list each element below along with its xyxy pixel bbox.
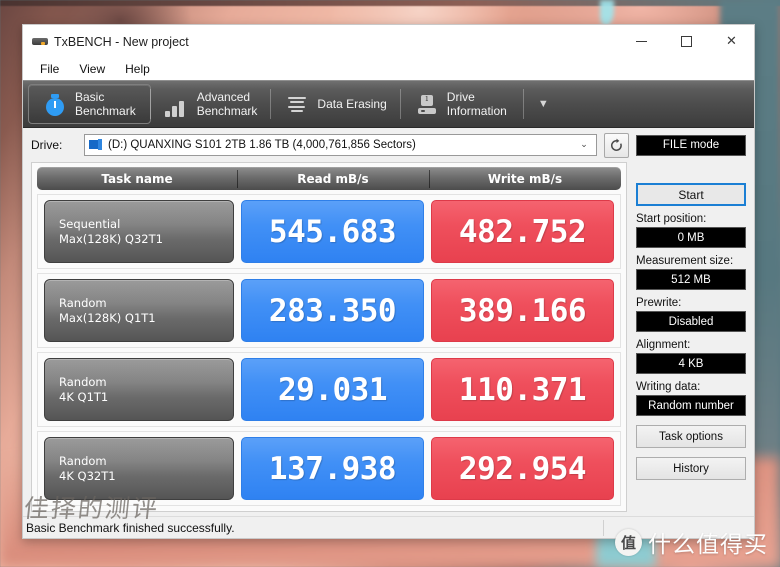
start-position-value[interactable]: 0 MB (636, 227, 746, 248)
maximize-icon (681, 36, 692, 47)
txbench-window: TxBENCH - New project ✕ File View Help B… (22, 24, 755, 539)
writing-data-label: Writing data: (636, 381, 701, 393)
eraser-icon (285, 91, 309, 117)
minimize-icon (636, 41, 647, 42)
column-header-write: Write mB/s (429, 169, 621, 188)
column-header-read: Read mB/s (237, 169, 429, 188)
table-row[interactable]: Random 4K Q32T1 137.938 292.954 (37, 431, 621, 506)
drive-selection-row: Drive: (D:) QUANXING S101 2TB 1.86 TB (4… (23, 128, 754, 162)
results-table-header: Task name Read mB/s Write mB/s (37, 167, 621, 190)
measurement-size-value[interactable]: 512 MB (636, 269, 746, 290)
task-name-line2: Max(128K) Q1T1 (59, 310, 156, 325)
app-drive-icon (32, 34, 48, 50)
read-speed-value: 283.350 (241, 279, 424, 342)
refresh-drives-button[interactable] (604, 132, 629, 158)
menu-item-file[interactable]: File (32, 60, 67, 78)
toolbar-ribbon: Basic Benchmark Advanced Benchmark Data … (23, 80, 754, 128)
task-name-line2: 4K Q1T1 (59, 389, 109, 404)
status-message: Basic Benchmark finished successfully. (26, 520, 235, 535)
writing-data-value[interactable]: Random number (636, 395, 746, 416)
task-name-line2: Max(128K) Q32T1 (59, 231, 163, 246)
tab-basic-benchmark[interactable]: Basic Benchmark (28, 84, 151, 124)
title-bar: TxBENCH - New project ✕ (23, 25, 754, 58)
task-name-cell: Sequential Max(128K) Q32T1 (44, 200, 234, 263)
column-header-task-name: Task name (101, 171, 173, 186)
file-mode-button[interactable]: FILE mode (636, 134, 746, 156)
menu-item-help[interactable]: Help (117, 60, 158, 78)
read-speed-value: 137.938 (241, 437, 424, 500)
task-name-cell: Random 4K Q1T1 (44, 358, 234, 421)
table-row[interactable]: Sequential Max(128K) Q32T1 545.683 482.7… (37, 194, 621, 269)
background-cyan-streak (600, 0, 614, 26)
close-button[interactable]: ✕ (709, 26, 754, 58)
task-name-line2: 4K Q32T1 (59, 468, 116, 483)
stopwatch-icon (43, 91, 67, 117)
maximize-button[interactable] (664, 26, 709, 58)
bar-chart-icon (164, 91, 189, 117)
task-name-cell: Random 4K Q32T1 (44, 437, 234, 500)
prewrite-label: Prewrite: (636, 297, 682, 309)
start-button[interactable]: Start (636, 183, 746, 206)
menu-item-view[interactable]: View (71, 60, 113, 78)
task-options-button[interactable]: Task options (636, 425, 746, 448)
chevron-down-icon: ⌄ (580, 140, 588, 150)
read-speed-value: 545.683 (241, 200, 424, 263)
write-speed-value: 292.954 (431, 437, 614, 500)
task-name-line1: Random (59, 374, 107, 389)
table-row[interactable]: Random Max(128K) Q1T1 283.350 389.166 (37, 273, 621, 348)
background-top-band (0, 0, 780, 6)
minimize-button[interactable] (619, 26, 664, 58)
refresh-icon (611, 138, 622, 151)
tab-data-erasing-label: Data Erasing (317, 96, 387, 111)
close-icon: ✕ (726, 34, 737, 49)
read-speed-value: 29.031 (241, 358, 424, 421)
write-speed-value: 110.371 (431, 358, 614, 421)
tab-drive-information[interactable]: Drive Information (399, 84, 521, 124)
drive-info-icon (415, 91, 439, 117)
file-mode-wrapper: FILE mode (636, 134, 746, 156)
table-row[interactable]: Random 4K Q1T1 29.031 110.371 (37, 352, 621, 427)
hard-drive-icon (89, 139, 103, 151)
start-position-label: Start position: (636, 213, 707, 225)
tab-advanced-benchmark[interactable]: Advanced Benchmark (149, 84, 272, 124)
measurement-size-label: Measurement size: (636, 255, 734, 267)
benchmark-results-panel: Task name Read mB/s Write mB/s Sequentia… (31, 162, 627, 512)
task-name-line1: Sequential (59, 216, 121, 231)
write-speed-value: 482.752 (431, 200, 614, 263)
drive-selected-value: (D:) QUANXING S101 2TB 1.86 TB (4,000,76… (108, 139, 416, 151)
tab-advanced-benchmark-label: Advanced Benchmark (196, 89, 258, 118)
alignment-value[interactable]: 4 KB (636, 353, 746, 374)
window-body: Drive: (D:) QUANXING S101 2TB 1.86 TB (4… (23, 128, 754, 538)
task-name-line1: Random (59, 295, 107, 310)
task-name-cell: Random Max(128K) Q1T1 (44, 279, 234, 342)
task-name-line1: Random (59, 453, 107, 468)
history-button[interactable]: History (636, 457, 746, 480)
menu-bar: File View Help (23, 58, 754, 80)
write-speed-value: 389.166 (431, 279, 614, 342)
content-area: Task name Read mB/s Write mB/s Sequentia… (23, 162, 754, 512)
tab-basic-benchmark-label: Basic Benchmark (75, 89, 136, 118)
toolbar-overflow-button[interactable]: ▼ (530, 98, 557, 110)
status-separator (603, 519, 604, 536)
tab-data-erasing[interactable]: Data Erasing (270, 84, 400, 124)
window-title: TxBENCH - New project (54, 34, 189, 49)
settings-sidebar: Start Start position: 0 MB Measurement s… (636, 162, 746, 512)
status-bar: Basic Benchmark finished successfully. (23, 516, 754, 538)
alignment-label: Alignment: (636, 339, 691, 351)
prewrite-value[interactable]: Disabled (636, 311, 746, 332)
drive-select[interactable]: (D:) QUANXING S101 2TB 1.86 TB (4,000,76… (84, 134, 597, 156)
drive-label: Drive: (31, 138, 63, 152)
tab-drive-information-label: Drive Information (446, 89, 507, 118)
toolbar-divider (522, 89, 524, 119)
